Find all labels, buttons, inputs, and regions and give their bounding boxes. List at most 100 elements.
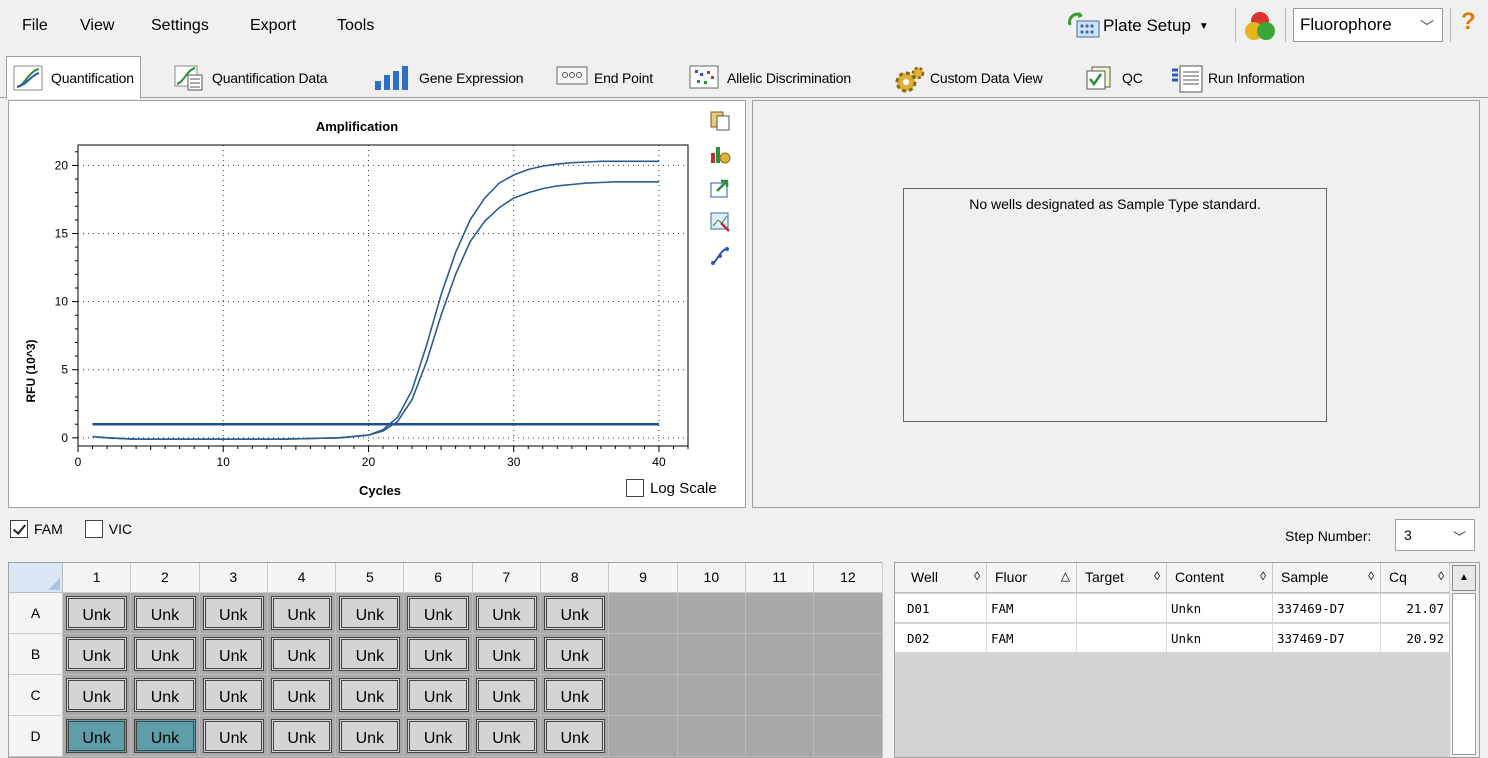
tab-run-information[interactable]: Run Information	[1164, 58, 1311, 98]
plate-column-header[interactable]: 6	[404, 563, 473, 593]
plate-well-cell[interactable]: Unk	[404, 675, 473, 716]
plate-row-header[interactable]: C	[9, 675, 63, 716]
menu-view[interactable]: View	[80, 17, 114, 35]
plate-well-cell[interactable]	[745, 593, 815, 634]
plate-well-cell[interactable]	[609, 634, 678, 675]
plate-well-cell[interactable]	[609, 675, 678, 716]
plate-column-header[interactable]: 12	[814, 563, 883, 593]
plate-well-cell[interactable]	[814, 716, 883, 757]
tab-qc[interactable]: QC	[1078, 58, 1149, 98]
plate-well-cell[interactable]	[814, 634, 883, 675]
plate-well-cell[interactable]: Unk	[267, 593, 337, 634]
plate-well-cell[interactable]: Unk	[472, 593, 542, 634]
plate-well-cell[interactable]: Unk	[63, 716, 132, 757]
plate-well[interactable]: Unk	[134, 596, 196, 630]
plate-well[interactable]: Unk	[66, 596, 128, 630]
menu-file[interactable]: File	[22, 17, 48, 35]
plate-well-cell[interactable]: Unk	[336, 716, 405, 757]
plate-well-cell[interactable]: Unk	[131, 716, 200, 757]
tab-custom-data-view[interactable]: Custom Data View	[886, 58, 1048, 98]
chart-settings-icon[interactable]	[709, 143, 731, 165]
plate-well[interactable]: Unk	[544, 596, 606, 630]
curve-fit-icon[interactable]	[709, 245, 731, 267]
plate-column-header[interactable]: 2	[131, 563, 200, 593]
step-number-select[interactable]: 3 ﹀	[1395, 519, 1475, 551]
plate-row-header[interactable]: D	[9, 716, 63, 757]
column-header-content[interactable]: Content ◊	[1167, 563, 1273, 592]
plate-well[interactable]: Unk	[66, 719, 128, 753]
plate-column-header[interactable]: 3	[199, 563, 268, 593]
plate-well-cell[interactable]	[677, 634, 746, 675]
plate-well-cell[interactable]	[814, 675, 883, 716]
menu-tools[interactable]: Tools	[337, 17, 374, 35]
plate-well-cell[interactable]: Unk	[199, 593, 268, 634]
plate-row-header[interactable]: B	[9, 634, 63, 675]
plate-well[interactable]: Unk	[270, 637, 333, 671]
tab-quantification-data[interactable]: Quantification Data	[168, 58, 333, 98]
plate-well-cell[interactable]	[745, 716, 815, 757]
plate-well[interactable]: Unk	[202, 719, 264, 753]
column-header-fluor[interactable]: Fluor △	[987, 563, 1077, 592]
plate-well-cell[interactable]: Unk	[404, 634, 473, 675]
export-icon[interactable]	[709, 177, 731, 199]
plate-well[interactable]: Unk	[544, 637, 606, 671]
color-palette-icon[interactable]	[1243, 10, 1277, 44]
plate-column-header[interactable]: 4	[267, 563, 337, 593]
plate-well-cell[interactable]	[814, 593, 883, 634]
plate-column-header[interactable]: 9	[609, 563, 678, 593]
plate-well-cell[interactable]: Unk	[131, 593, 200, 634]
vic-checkbox[interactable]	[84, 520, 103, 538]
plate-well-cell[interactable]: Unk	[131, 675, 200, 716]
scroll-track[interactable]	[1452, 593, 1476, 755]
plate-column-header[interactable]: 10	[677, 563, 746, 593]
plate-well[interactable]: Unk	[339, 637, 401, 671]
plate-well-cell[interactable]: Unk	[541, 716, 610, 757]
plate-well-cell[interactable]: Unk	[63, 634, 132, 675]
menu-export[interactable]: Export	[250, 17, 296, 35]
scroll-up-icon[interactable]: ▲	[1452, 565, 1476, 591]
sort-icon[interactable]: ◊	[1368, 569, 1374, 583]
plate-well[interactable]: Unk	[134, 637, 196, 671]
plate-well[interactable]: Unk	[544, 678, 606, 712]
plate-well[interactable]: Unk	[339, 596, 401, 630]
tab-end-point[interactable]: End Point	[550, 58, 659, 98]
plate-well-cell[interactable]: Unk	[336, 634, 405, 675]
plate-well-cell[interactable]: Unk	[267, 634, 337, 675]
tab-quantification[interactable]: Quantification	[6, 56, 141, 99]
plate-well[interactable]: Unk	[66, 637, 128, 671]
plate-setup-button[interactable]: Plate Setup ▼	[1067, 8, 1229, 44]
column-header-target[interactable]: Target ◊	[1077, 563, 1167, 592]
plate-well-cell[interactable]: Unk	[267, 675, 337, 716]
plate-well-cell[interactable]: Unk	[336, 593, 405, 634]
plate-well-cell[interactable]	[677, 716, 746, 757]
plate-well-cell[interactable]: Unk	[131, 634, 200, 675]
plate-well[interactable]: Unk	[475, 719, 538, 753]
column-header-cq[interactable]: Cq ◊	[1381, 563, 1451, 592]
column-header-well[interactable]: Well ◊	[903, 563, 987, 592]
plate-well-cell[interactable]	[609, 593, 678, 634]
plate-well[interactable]: Unk	[270, 719, 333, 753]
results-scrollbar[interactable]: ▲	[1449, 563, 1479, 757]
plate-well[interactable]: Unk	[407, 678, 469, 712]
copy-icon[interactable]	[709, 109, 731, 131]
plate-well-cell[interactable]: Unk	[541, 593, 610, 634]
plate-well[interactable]: Unk	[339, 678, 401, 712]
plate-well-cell[interactable]: Unk	[267, 716, 337, 757]
menu-settings[interactable]: Settings	[151, 17, 209, 35]
plate-well-cell[interactable]	[677, 675, 746, 716]
tab-gene-expression[interactable]: Gene Expression	[367, 58, 529, 98]
plate-well-cell[interactable]	[609, 716, 678, 757]
amplification-chart[interactable]: Amplification Cycles RFU (10^3) 0 10 20 30 4…	[9, 101, 709, 501]
plate-well[interactable]: Unk	[339, 719, 401, 753]
plate-well-cell[interactable]	[677, 593, 746, 634]
plate-column-header[interactable]: 11	[745, 563, 815, 593]
plate-well-cell[interactable]: Unk	[63, 675, 132, 716]
sort-icon[interactable]: ◊	[1154, 569, 1160, 583]
plate-well[interactable]: Unk	[407, 596, 469, 630]
tab-allelic-discrimination[interactable]: Allelic Discrimination	[683, 58, 857, 98]
plate-well-cell[interactable]	[745, 634, 815, 675]
sort-icon[interactable]: ◊	[1260, 569, 1266, 583]
plate-well-cell[interactable]: Unk	[472, 675, 542, 716]
plate-well[interactable]: Unk	[202, 637, 264, 671]
plate-well[interactable]: Unk	[475, 596, 538, 630]
